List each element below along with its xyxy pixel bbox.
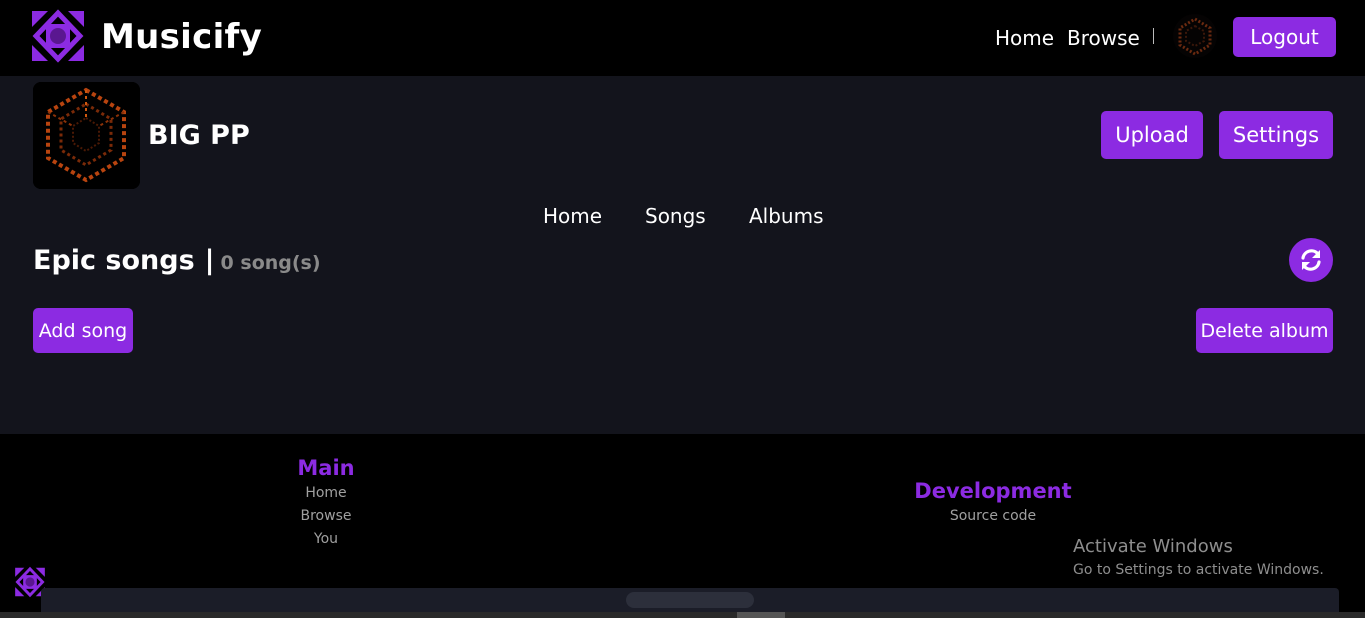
tab-albums[interactable]: Albums	[749, 202, 824, 230]
album-header: Epic songs | 0 song(s)	[33, 242, 321, 282]
add-song-button[interactable]: Add song	[33, 308, 133, 353]
footer-development-heading: Development	[914, 479, 1072, 503]
brand-logo[interactable]	[30, 9, 86, 63]
footer-link-you[interactable]: You	[276, 528, 376, 551]
footer-main-column: Main Home Browse You	[276, 454, 376, 551]
main-panel: BIG PP Upload Settings Home Songs Albums…	[0, 76, 1365, 434]
player-bar-handle[interactable]	[626, 592, 754, 608]
activate-windows-watermark: Activate Windows Go to Settings to activ…	[1073, 535, 1324, 581]
nav-divider	[1153, 28, 1154, 44]
footer-link-browse[interactable]: Browse	[276, 505, 376, 528]
delete-album-button[interactable]: Delete album	[1196, 308, 1333, 353]
tab-home[interactable]: Home	[543, 202, 602, 230]
nav-home-link[interactable]: Home	[995, 24, 1054, 52]
nav-browse-link[interactable]: Browse	[1067, 24, 1140, 52]
album-title-separator: |	[204, 245, 215, 276]
app-name[interactable]: Musicify	[101, 14, 262, 60]
album-song-count: 0 song(s)	[220, 252, 321, 274]
footer-link-home[interactable]: Home	[276, 482, 376, 505]
profile-image	[33, 82, 140, 189]
profile-name: BIG PP	[148, 120, 250, 151]
footer-development-column: Development Source code	[903, 477, 1083, 528]
scrollbar-thumb[interactable]	[737, 612, 785, 618]
footer-link-source-code[interactable]: Source code	[903, 505, 1083, 528]
settings-button[interactable]: Settings	[1219, 111, 1333, 159]
logout-button[interactable]: Logout	[1233, 17, 1336, 57]
album-title: Epic songs	[33, 245, 195, 276]
tab-songs[interactable]: Songs	[645, 202, 706, 230]
watermark-title: Activate Windows	[1073, 536, 1233, 557]
user-avatar[interactable]	[1173, 14, 1217, 58]
musicify-logo-icon	[32, 9, 84, 63]
footer-main-heading: Main	[297, 456, 355, 480]
refresh-button[interactable]	[1289, 238, 1333, 282]
top-navbar: Musicify Home Browse Logout	[0, 0, 1365, 76]
upload-button[interactable]: Upload	[1101, 111, 1203, 159]
watermark-subtitle: Go to Settings to activate Windows.	[1073, 562, 1324, 578]
horizontal-scrollbar[interactable]	[0, 612, 1365, 618]
refresh-icon	[1301, 249, 1321, 271]
